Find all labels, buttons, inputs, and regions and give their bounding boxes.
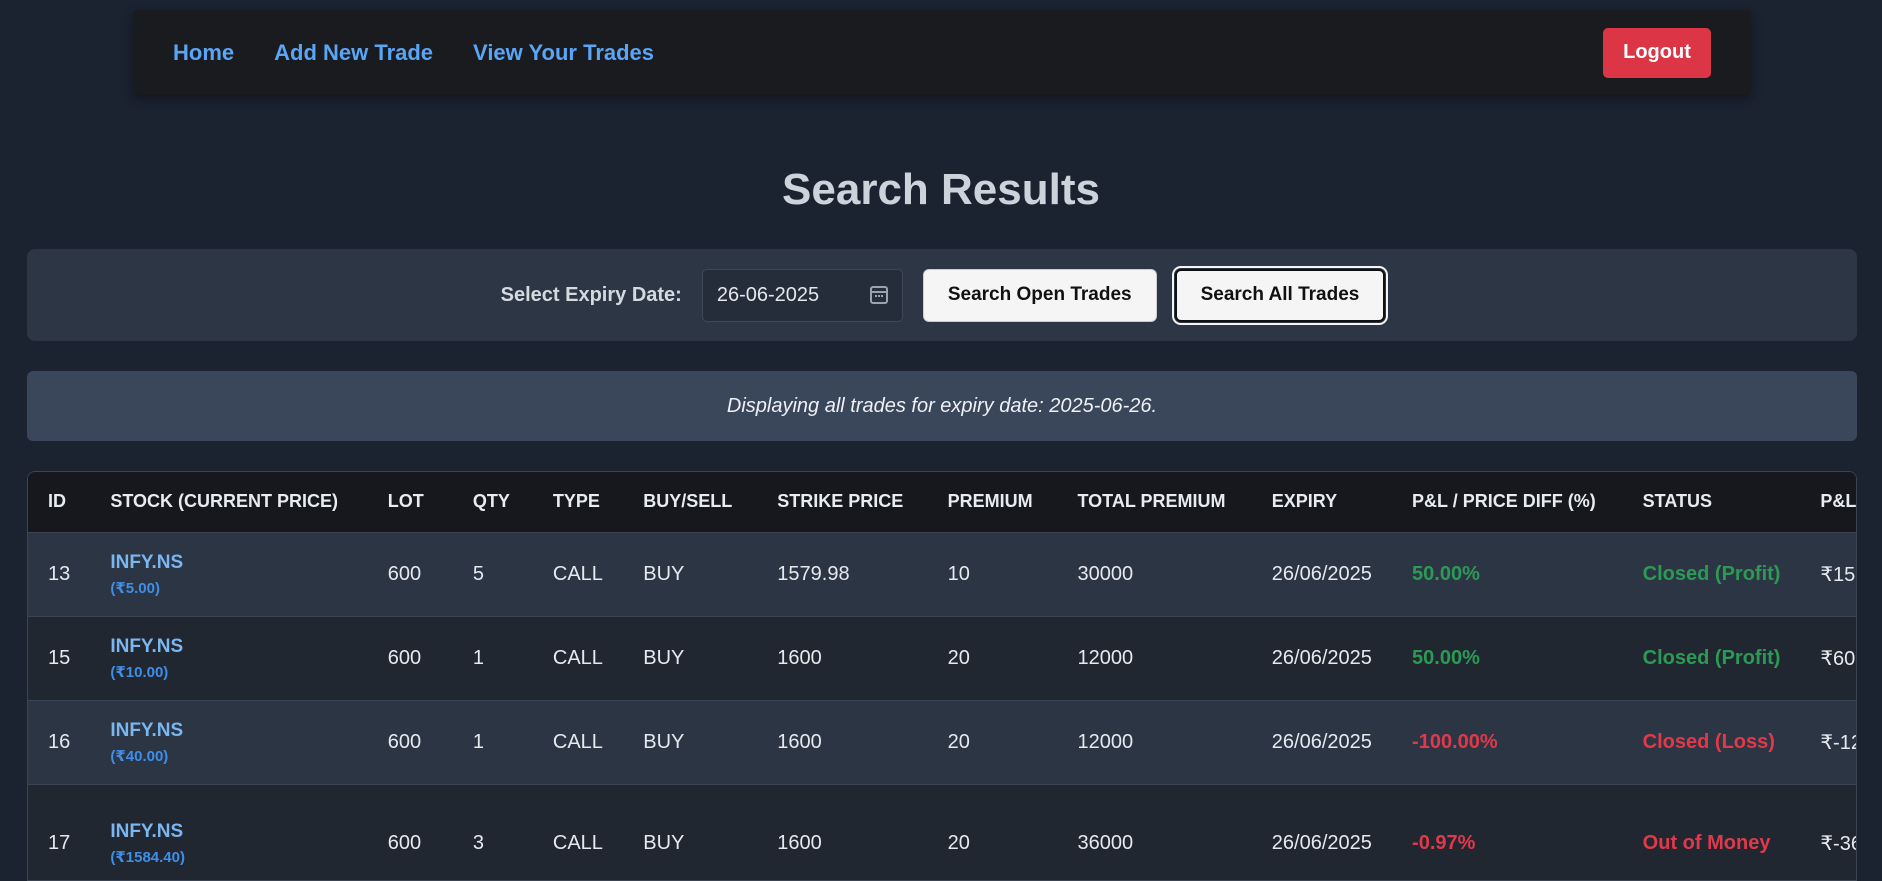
lot-cell: 600	[387, 730, 422, 753]
qty-cell: 1	[472, 730, 485, 753]
pl-value-cell: ₹-36000.00	[1820, 832, 1856, 855]
pl-value-cell: ₹6000.00	[1820, 647, 1856, 670]
stock-symbol: INFY.NS	[110, 551, 184, 573]
trade-id-cell: 13	[48, 562, 71, 585]
expiry-cell: 26/06/2025	[1271, 646, 1372, 669]
strike-price-cell: 1579.98	[777, 562, 850, 585]
search-all-trades-button[interactable]: Search All Trades	[1171, 265, 1389, 325]
status-cell: Closed (Loss)	[1642, 730, 1775, 753]
lot-cell: 600	[387, 646, 422, 669]
column-header: STATUS	[1642, 491, 1712, 512]
column-header: STRIKE PRICE	[777, 491, 904, 512]
table-row: 17 INFY.NS (₹1584.40) 600 3 CALL BUY 1600 20 3600…	[28, 784, 1856, 880]
expiry-cell: 26/06/2025	[1271, 562, 1372, 585]
column-header: PREMIUM	[947, 491, 1033, 512]
nav-home-link[interactable]: Home	[173, 40, 234, 66]
stock-current-price: (₹1584.40)	[110, 848, 185, 866]
expiry-date-label: Select Expiry Date:	[500, 283, 682, 306]
trade-id-cell: 17	[48, 831, 71, 854]
nav-view-trades-link[interactable]: View Your Trades	[473, 40, 654, 66]
stock-current-price: (₹5.00)	[110, 579, 160, 597]
table-row: 15 INFY.NS (₹10.00) 600 1 CALL BUY 1600 20 12000 2…	[28, 616, 1856, 700]
expiry-cell: 26/06/2025	[1271, 730, 1372, 753]
strike-price-cell: 1600	[777, 831, 822, 854]
option-type-cell: CALL	[552, 831, 603, 854]
search-open-trades-button[interactable]: Search Open Trades	[922, 268, 1157, 322]
table-row: 13 INFY.NS (₹5.00) 600 5 CALL BUY 1579.98 10 3000…	[28, 532, 1856, 616]
status-cell: Closed (Profit)	[1642, 646, 1781, 669]
qty-cell: 1	[472, 646, 485, 669]
stock-cell: INFY.NS (₹10.00)	[90, 616, 367, 700]
option-type-cell: CALL	[552, 730, 603, 753]
calendar-icon[interactable]	[869, 286, 888, 304]
stock-cell: INFY.NS (₹40.00)	[90, 700, 367, 784]
nav-add-trade-link[interactable]: Add New Trade	[274, 40, 433, 66]
lot-cell: 600	[387, 562, 422, 585]
pl-percent-cell: 50.00%	[1412, 562, 1480, 585]
column-header: P&L VALUE	[1820, 491, 1857, 512]
column-header: STOCK (CURRENT PRICE)	[110, 491, 338, 512]
pl-percent-cell: -0.97%	[1412, 831, 1476, 854]
expiry-cell: 26/06/2025	[1271, 831, 1372, 854]
buy-sell-cell: BUY	[643, 831, 685, 854]
trades-table-container[interactable]: ID STOCK (CURRENT PRICE) LOT QTY TYPE BUY/SEL…	[27, 471, 1857, 881]
strike-price-cell: 1600	[777, 646, 822, 669]
total-premium-cell: 12000	[1077, 730, 1134, 753]
stock-symbol: INFY.NS	[110, 820, 184, 842]
buy-sell-cell: BUY	[643, 730, 685, 753]
stock-symbol: INFY.NS	[110, 719, 184, 741]
column-header: LOT	[387, 491, 424, 512]
column-header: EXPIRY	[1271, 491, 1338, 512]
search-panel: Select Expiry Date: 26-06-2025 Search Op…	[27, 249, 1857, 341]
total-premium-cell: 30000	[1077, 562, 1134, 585]
buy-sell-cell: BUY	[643, 562, 685, 585]
column-header: TYPE	[552, 491, 600, 512]
trade-id-cell: 16	[48, 730, 71, 753]
page-title: Search Results	[782, 165, 1100, 214]
column-header: QTY	[472, 491, 510, 512]
premium-cell: 20	[947, 646, 970, 669]
premium-cell: 10	[947, 562, 970, 585]
expiry-date-input[interactable]: 26-06-2025	[701, 268, 903, 322]
premium-cell: 20	[947, 831, 970, 854]
column-header: P&L / PRICE DIFF (%)	[1412, 491, 1596, 512]
option-type-cell: CALL	[552, 562, 603, 585]
table-row: 16 INFY.NS (₹40.00) 600 1 CALL BUY 1600 20 12000 2…	[28, 700, 1856, 784]
stock-cell: INFY.NS (₹5.00)	[90, 532, 367, 616]
info-banner: Displaying all trades for expiry date: 2…	[27, 371, 1857, 441]
lot-cell: 600	[387, 831, 422, 854]
buy-sell-cell: BUY	[643, 646, 685, 669]
trades-table: ID STOCK (CURRENT PRICE) LOT QTY TYPE BUY/SEL…	[28, 472, 1857, 880]
pl-percent-cell: -100.00%	[1412, 730, 1498, 753]
status-cell: Closed (Profit)	[1642, 562, 1781, 585]
pl-percent-cell: 50.00%	[1412, 646, 1480, 669]
logout-button[interactable]: Logout	[1603, 27, 1711, 78]
stock-current-price: (₹40.00)	[110, 747, 169, 765]
pl-value-cell: ₹-12000.00	[1820, 731, 1856, 754]
strike-price-cell: 1600	[777, 730, 822, 753]
qty-cell: 3	[472, 831, 485, 854]
stock-current-price: (₹10.00)	[110, 663, 169, 681]
qty-cell: 5	[472, 562, 485, 585]
option-type-cell: CALL	[552, 646, 603, 669]
column-header: TOTAL PREMIUM	[1077, 491, 1226, 512]
status-cell: Out of Money	[1642, 831, 1771, 854]
pl-value-cell: ₹15000.00	[1820, 563, 1856, 586]
premium-cell: 20	[947, 730, 970, 753]
column-header: ID	[48, 491, 66, 512]
top-navbar: Home Add New Trade View Your Trades Logo…	[133, 10, 1751, 95]
expiry-date-value: 26-06-2025	[716, 283, 820, 306]
column-header: BUY/SELL	[643, 491, 733, 512]
total-premium-cell: 12000	[1077, 646, 1134, 669]
table-header-row: ID STOCK (CURRENT PRICE) LOT QTY TYPE BUY/SEL…	[28, 472, 1857, 532]
stock-cell: INFY.NS (₹1584.40)	[90, 784, 367, 880]
trade-id-cell: 15	[48, 646, 71, 669]
stock-symbol: INFY.NS	[110, 635, 184, 657]
total-premium-cell: 36000	[1077, 831, 1134, 854]
